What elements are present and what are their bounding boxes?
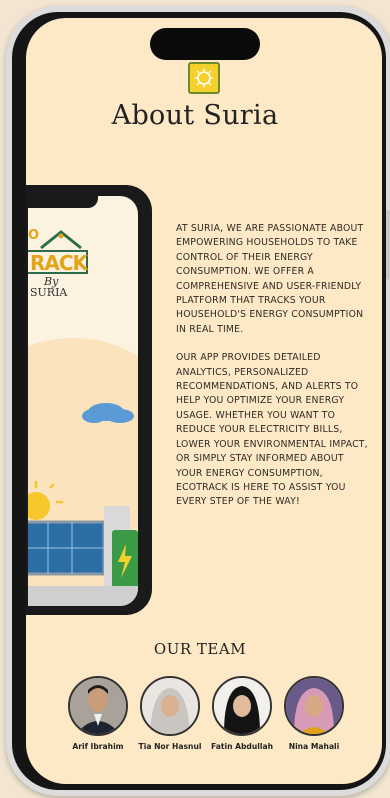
suria-text: SURIA [30, 286, 68, 299]
about-paragraph-2: Our app provides detailed analytics, per… [176, 352, 368, 508]
about-description: At Suria, we are passionate about empowe… [176, 222, 372, 524]
member-name: Arif Ibrahim [72, 742, 124, 751]
team-member-fatin: Fatin Abdullah [202, 676, 282, 751]
eco-logo-top: O [28, 228, 40, 243]
person-avatar-icon [70, 678, 126, 734]
avatar [212, 676, 272, 736]
person-avatar-icon [142, 678, 198, 734]
ecotrack-logo: RACK [28, 250, 88, 275]
page-title: About Suria [111, 100, 279, 131]
team-member-nina: Nina Mahali [274, 676, 354, 751]
illustration-icon [28, 338, 138, 606]
mockup-notch [28, 196, 98, 208]
dynamic-island [150, 28, 260, 60]
team-member-arif: Arif Ibrahim [58, 676, 138, 751]
about-paragraph-1: At Suria, we are passionate about empowe… [176, 223, 364, 335]
by-suria-tagline: By SURIA [30, 276, 67, 298]
member-name: Tia Nor Hasnul [138, 742, 202, 751]
member-name: Fatin Abdullah [210, 742, 274, 751]
avatar [284, 676, 344, 736]
team-heading: OUR TEAM [153, 640, 247, 658]
person-avatar-icon [214, 678, 270, 734]
avatar [68, 676, 128, 736]
house-roof-icon [40, 230, 82, 250]
team-member-tia: Tia Nor Hasnul [130, 676, 210, 751]
avatar [140, 676, 200, 736]
suria-logo [188, 62, 220, 94]
member-name: Nina Mahali [288, 742, 340, 751]
side-button [386, 210, 390, 280]
sun-logo-icon [194, 68, 214, 88]
person-avatar-icon [286, 678, 342, 734]
app-mockup-screen: O RACK By SURIA [28, 196, 138, 606]
